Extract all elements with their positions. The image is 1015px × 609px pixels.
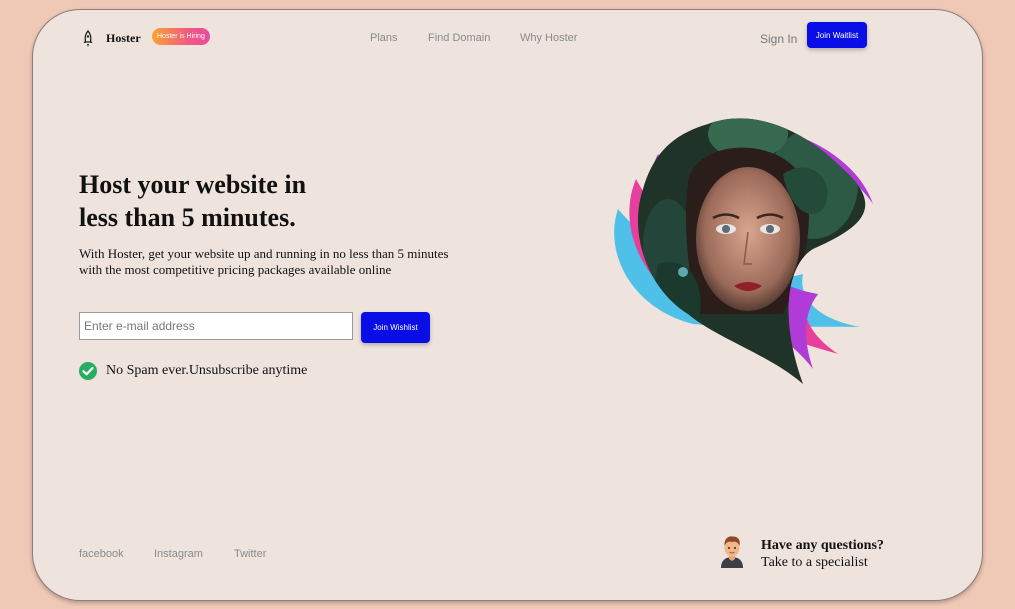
social-instagram[interactable]: Instagram xyxy=(154,548,203,560)
hero-title-line2: less than 5 minutes. xyxy=(79,203,296,232)
email-input[interactable] xyxy=(79,312,353,340)
nav-why-hoster[interactable]: Why Hoster xyxy=(520,32,577,44)
help-subtitle[interactable]: Take to a specialist xyxy=(761,555,868,571)
nav-find-domain[interactable]: Find Domain xyxy=(428,32,490,44)
social-facebook[interactable]: facebook xyxy=(79,548,124,560)
rocket-icon[interactable] xyxy=(81,30,95,48)
join-waitlist-button[interactable]: Join Waitlist xyxy=(807,22,867,48)
landing-page: Hoster Hoster is Hiring Plans Find Domai… xyxy=(32,9,983,601)
brand-name[interactable]: Hoster xyxy=(106,31,141,46)
sign-in-link[interactable]: Sign In xyxy=(760,32,797,46)
join-wishlist-button[interactable]: Join Wishlist xyxy=(361,312,430,343)
check-circle-icon xyxy=(79,362,97,380)
no-spam-note: No Spam ever.Unsubscribe anytime xyxy=(106,363,308,378)
hiring-badge[interactable]: Hoster is Hiring xyxy=(152,28,210,45)
hero-title: Host your website in less than 5 minutes… xyxy=(79,168,379,234)
nav-plans[interactable]: Plans xyxy=(370,32,398,44)
hero-subtitle: With Hoster, get your website up and run… xyxy=(79,246,449,277)
hero-portrait-image xyxy=(614,118,873,384)
social-twitter[interactable]: Twitter xyxy=(234,548,266,560)
specialist-avatar-icon[interactable] xyxy=(718,534,746,568)
help-title: Have any questions? xyxy=(761,538,884,553)
hero-title-line1: Host your website in xyxy=(79,170,307,199)
